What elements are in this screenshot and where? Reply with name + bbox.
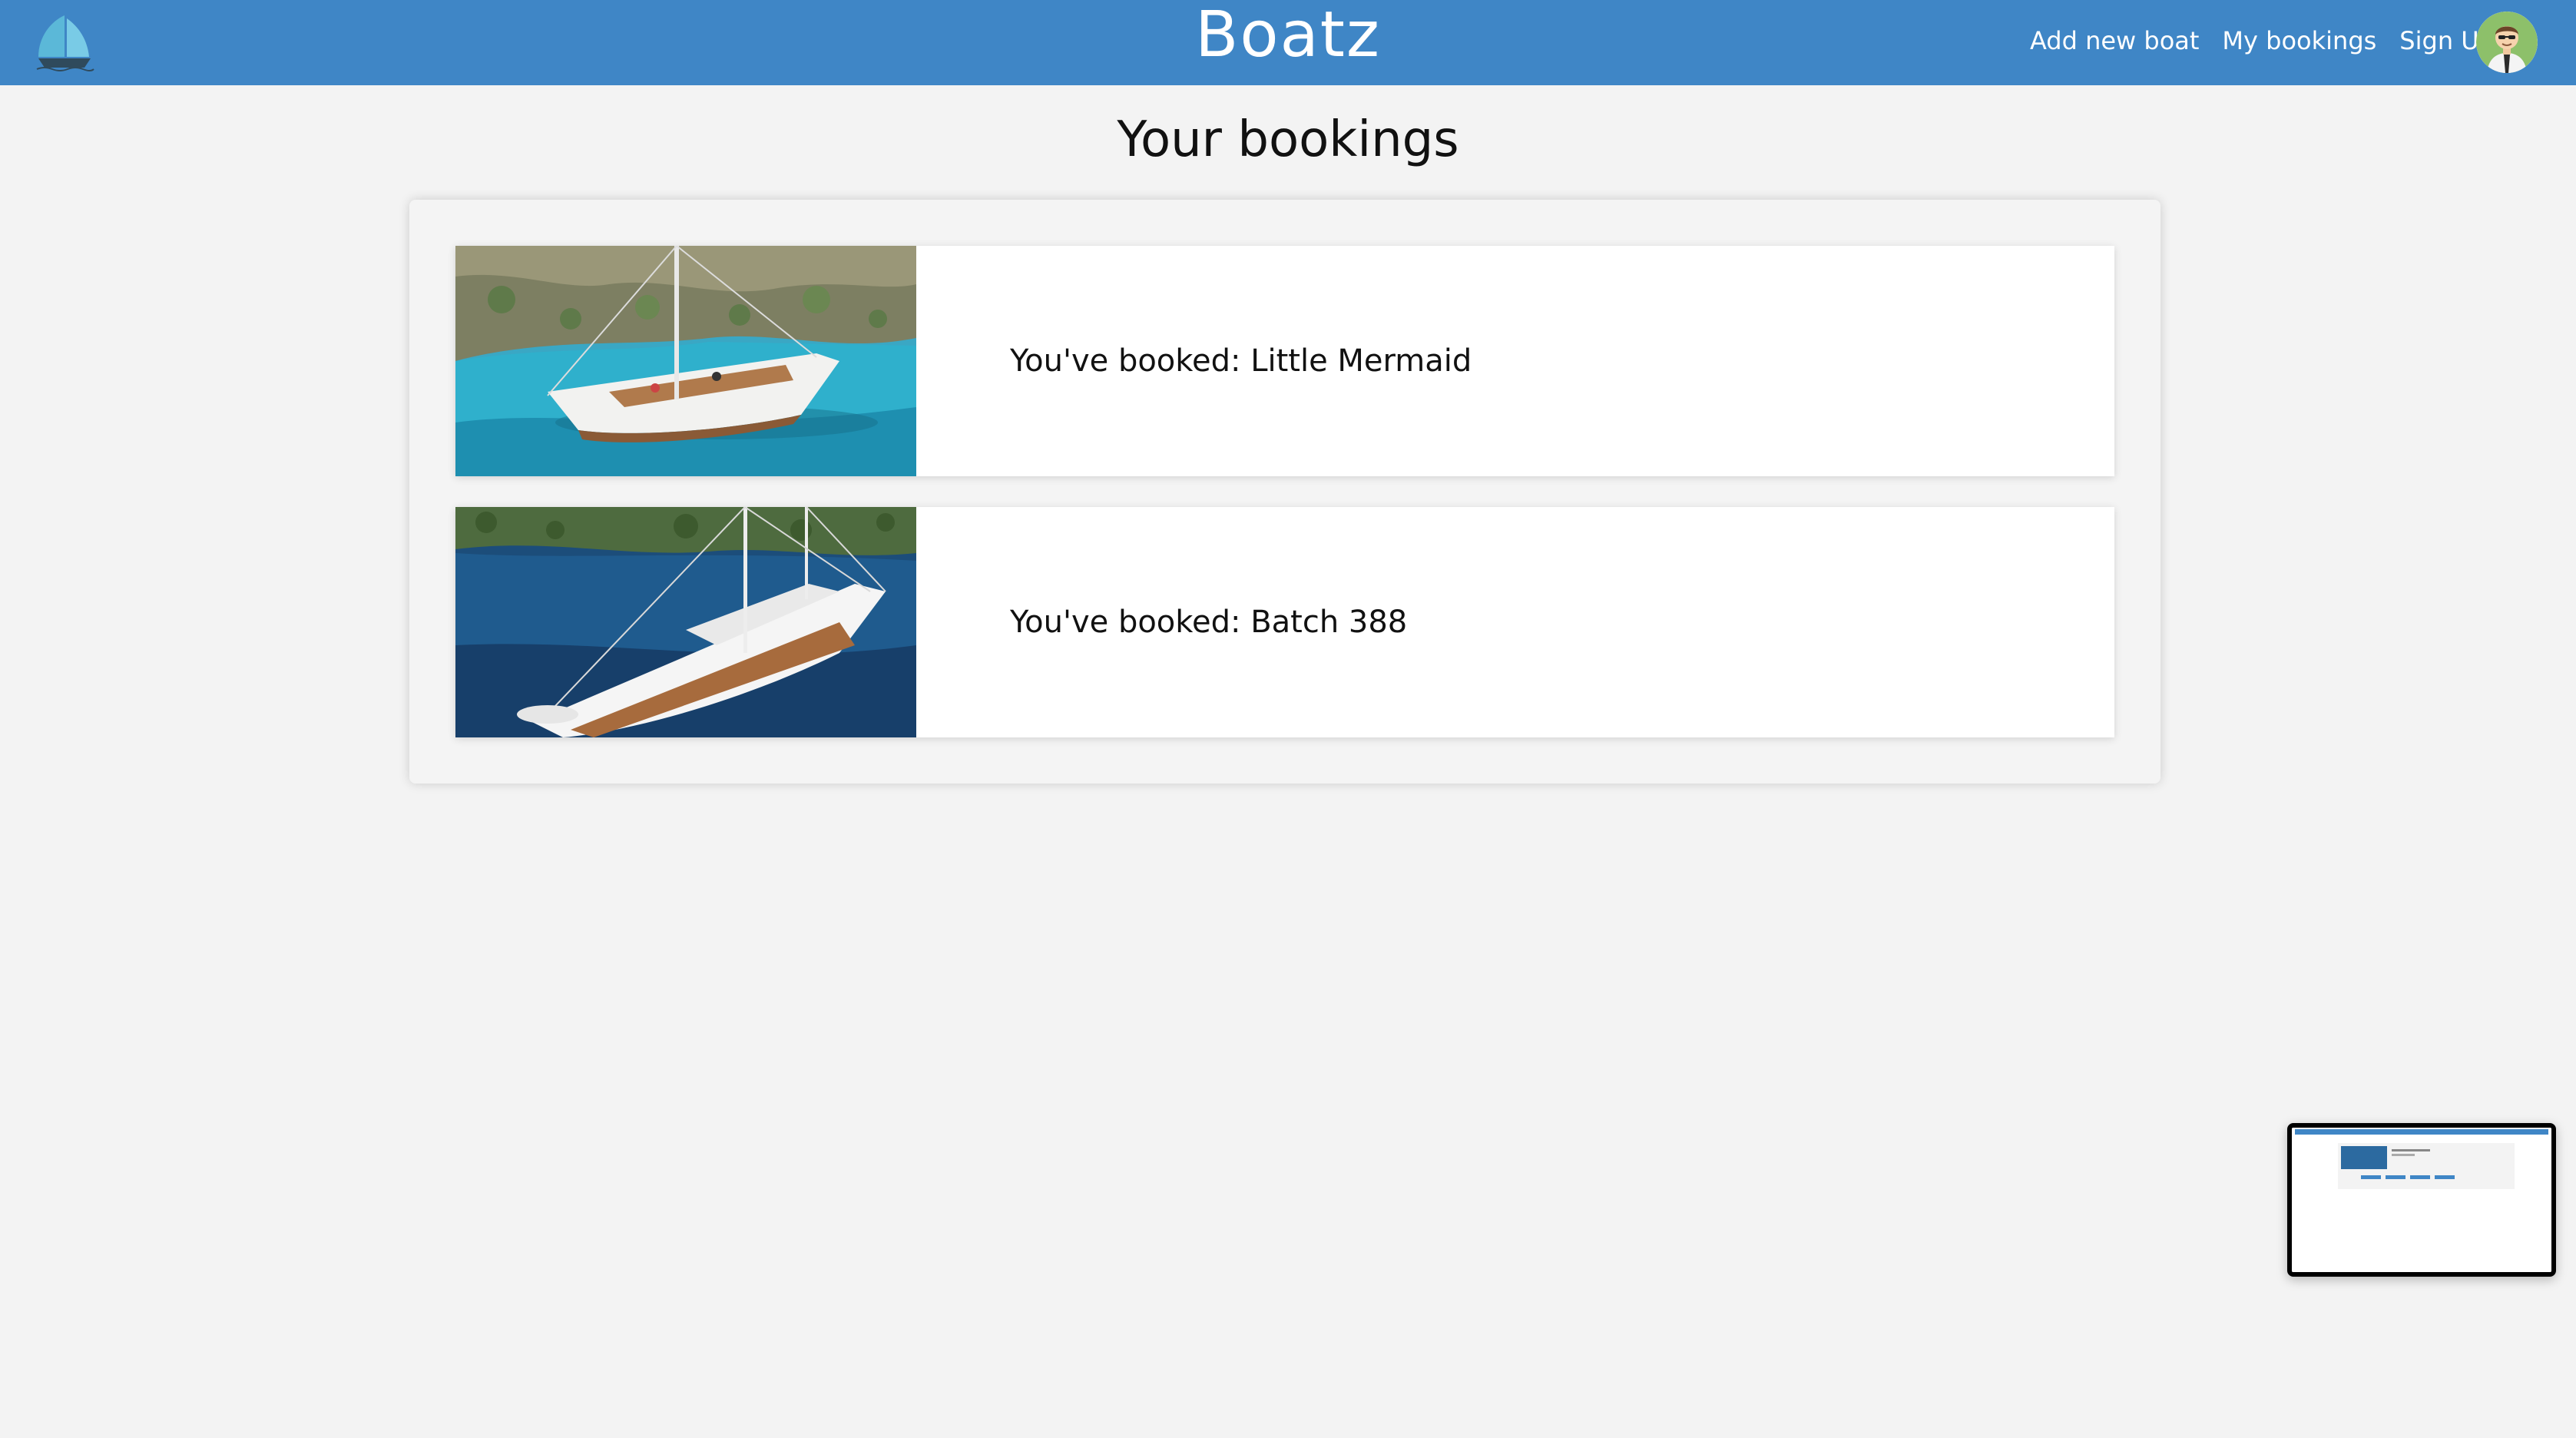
top-navbar: Boatz Add new boat My bookings Sign Up xyxy=(0,0,2576,85)
user-avatar-icon[interactable] xyxy=(2476,12,2538,73)
bookings-panel: You've booked: Little Mermaid You've boo… xyxy=(409,200,2160,784)
brand-title[interactable]: Boatz xyxy=(1195,0,1381,71)
page-preview-thumbnail[interactable] xyxy=(2287,1123,2556,1277)
page-title: Your bookings xyxy=(1117,111,1459,168)
booking-card[interactable]: You've booked: Little Mermaid xyxy=(455,246,2114,476)
nav-my-bookings[interactable]: My bookings xyxy=(2222,26,2376,55)
booking-card[interactable]: You've booked: Batch 388 xyxy=(455,507,2114,737)
booking-text: You've booked: Little Mermaid xyxy=(1010,343,1472,379)
nav-add-new-boat[interactable]: Add new boat xyxy=(2030,26,2199,55)
booking-text: You've booked: Batch 388 xyxy=(1010,605,1408,640)
boat-photo-batch-388 xyxy=(455,507,916,737)
sailboat-icon[interactable] xyxy=(34,11,95,72)
boat-photo-little-mermaid xyxy=(455,246,916,476)
nav-links: Add new boat My bookings Sign Up xyxy=(2007,0,2495,81)
